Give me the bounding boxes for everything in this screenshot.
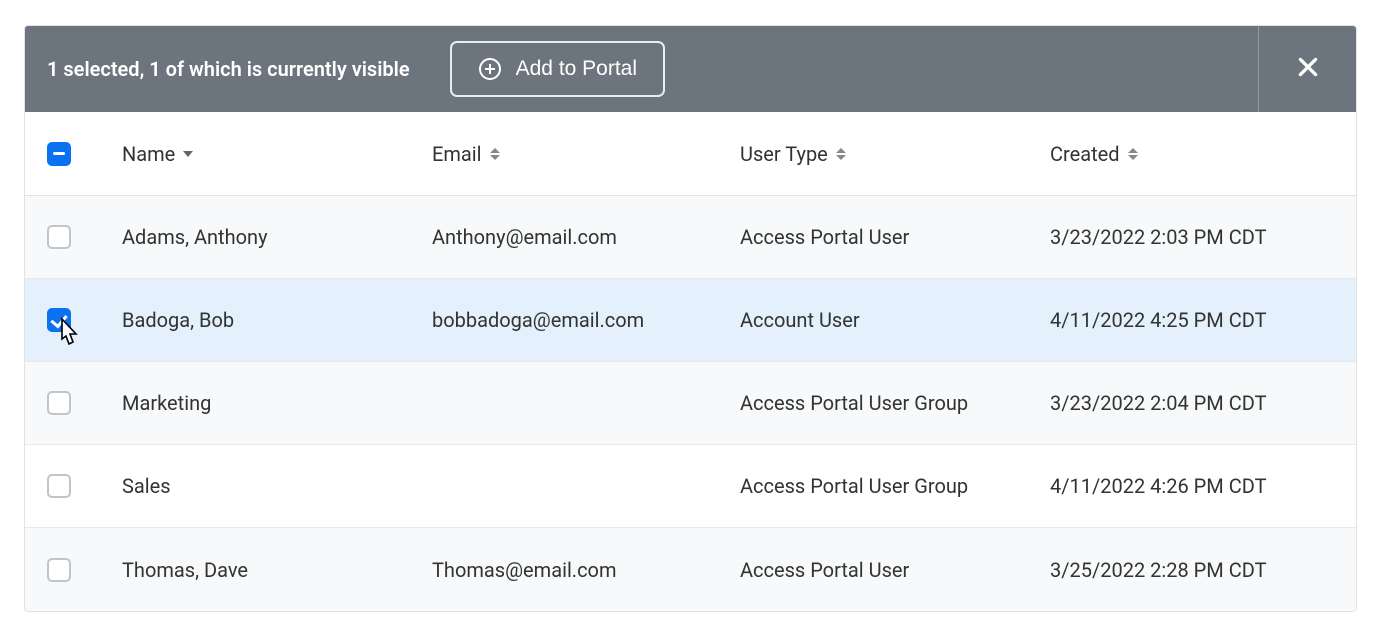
table-row[interactable]: Sales Access Portal User Group 4/11/2022…: [25, 445, 1356, 528]
row-checkbox[interactable]: [47, 225, 71, 249]
user-management-panel: 1 selected, 1 of which is currently visi…: [24, 25, 1357, 612]
cell-name: Marketing: [122, 391, 432, 415]
cell-name: Adams, Anthony: [122, 225, 432, 249]
cell-email: Anthony@email.com: [432, 225, 740, 249]
sort-icon: [836, 148, 846, 160]
table-row[interactable]: Thomas, Dave Thomas@email.com Access Por…: [25, 528, 1356, 611]
cell-user-type: Access Portal User Group: [740, 474, 1050, 498]
plus-circle-icon: [478, 57, 502, 81]
add-to-portal-button[interactable]: Add to Portal: [450, 41, 665, 97]
sort-descending-icon: [183, 151, 193, 157]
close-icon: [1295, 54, 1321, 85]
column-header-created-label: Created: [1050, 142, 1120, 166]
column-header-name-label: Name: [122, 142, 175, 166]
column-header-created[interactable]: Created: [1050, 142, 1356, 166]
cell-created: 4/11/2022 4:25 PM CDT: [1050, 308, 1356, 332]
cell-name: Sales: [122, 474, 432, 498]
cell-user-type: Access Portal User Group: [740, 391, 1050, 415]
sort-icon: [1128, 148, 1138, 160]
cell-email: bobbadoga@email.com: [432, 308, 740, 332]
cell-user-type: Access Portal User: [740, 225, 1050, 249]
table-row[interactable]: Badoga, Bob bobbadoga@email.com Account …: [25, 279, 1356, 362]
cell-name: Thomas, Dave: [122, 558, 432, 582]
table-row[interactable]: Marketing Access Portal User Group 3/23/…: [25, 362, 1356, 445]
add-to-portal-label: Add to Portal: [516, 57, 637, 81]
cell-created: 3/23/2022 2:04 PM CDT: [1050, 391, 1356, 415]
column-header-user-type-label: User Type: [740, 142, 828, 166]
row-checkbox[interactable]: [47, 558, 71, 582]
selection-status-text: 1 selected, 1 of which is currently visi…: [47, 57, 410, 81]
close-selection-bar-button[interactable]: [1258, 26, 1356, 112]
table-row[interactable]: Adams, Anthony Anthony@email.com Access …: [25, 196, 1356, 279]
cell-name: Badoga, Bob: [122, 308, 432, 332]
column-header-name[interactable]: Name: [122, 142, 432, 166]
cell-created: 4/11/2022 4:26 PM CDT: [1050, 474, 1356, 498]
column-header-email[interactable]: Email: [432, 142, 740, 166]
sort-icon: [490, 148, 500, 160]
cell-created: 3/25/2022 2:28 PM CDT: [1050, 558, 1356, 582]
select-all-checkbox[interactable]: [47, 142, 71, 166]
row-checkbox[interactable]: [47, 474, 71, 498]
row-checkbox[interactable]: [47, 391, 71, 415]
cell-email: Thomas@email.com: [432, 558, 740, 582]
column-header-email-label: Email: [432, 142, 482, 166]
cell-user-type: Access Portal User: [740, 558, 1050, 582]
selection-action-bar: 1 selected, 1 of which is currently visi…: [25, 26, 1356, 112]
cell-created: 3/23/2022 2:03 PM CDT: [1050, 225, 1356, 249]
cell-user-type: Account User: [740, 308, 1050, 332]
row-checkbox[interactable]: [47, 308, 71, 332]
table-header-row: Name Email User Type Created: [25, 112, 1356, 196]
column-header-user-type[interactable]: User Type: [740, 142, 1050, 166]
